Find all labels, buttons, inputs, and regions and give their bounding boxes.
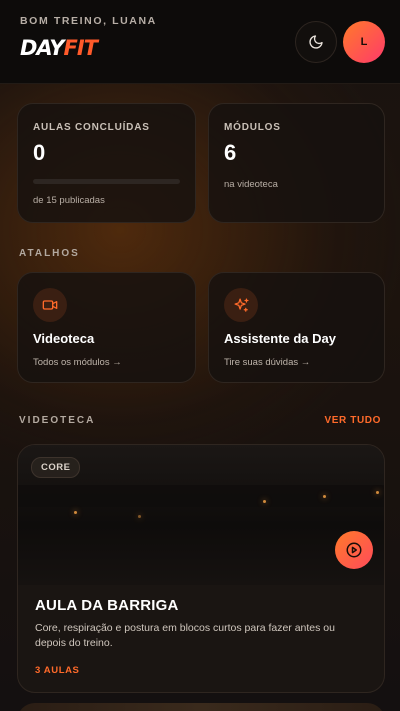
- greeting-text: BOM TREINO, LUANA: [20, 15, 157, 27]
- play-icon: [346, 542, 362, 558]
- video-title: AULA DA BARRIGA: [35, 597, 179, 614]
- thumbnail-light: [376, 491, 379, 494]
- library-heading: VIDEOTECA: [19, 415, 96, 426]
- stat-card-modules: MÓDULOS 6 na videoteca: [208, 103, 385, 223]
- avatar[interactable]: L: [343, 21, 385, 63]
- thumbnail-ridge: [18, 485, 384, 507]
- shortcut-title: Videoteca: [33, 331, 95, 346]
- thumbnail-light: [74, 511, 77, 514]
- video-camera-icon: [33, 288, 67, 322]
- stat-value: 0: [33, 140, 46, 165]
- app-logo: DAYFIT: [20, 36, 98, 60]
- theme-toggle-button[interactable]: [295, 21, 337, 63]
- thumbnail-light: [263, 500, 266, 503]
- stat-sub: de 15 publicadas: [33, 195, 105, 206]
- logo-fit: FIT: [63, 36, 97, 60]
- shortcut-videoteca[interactable]: Videoteca Todos os módulos →: [17, 272, 196, 383]
- shortcuts-heading: ATALHOS: [19, 248, 80, 259]
- next-video-card-peek: [17, 703, 385, 711]
- stat-sub: na videoteca: [224, 179, 278, 190]
- sparkles-icon: [224, 288, 258, 322]
- shortcut-sub: Todos os módulos →: [33, 357, 122, 368]
- thumbnail-light: [138, 515, 141, 518]
- stat-card-completed: AULAS CONCLUÍDAS 0 de 15 publicadas: [17, 103, 196, 223]
- logo-day: DAY: [20, 36, 64, 60]
- stat-value: 6: [224, 140, 237, 165]
- video-count: 3 AULAS: [35, 665, 80, 676]
- category-badge: CORE: [31, 457, 81, 478]
- progress-bar: [33, 179, 180, 184]
- play-button[interactable]: [335, 531, 373, 569]
- moon-icon: [309, 35, 323, 49]
- shortcut-title: Assistente da Day: [224, 331, 336, 346]
- video-description: Core, respiração e postura em blocos cur…: [35, 622, 335, 649]
- shortcut-sub: Tire suas dúvidas →: [224, 357, 311, 368]
- shortcut-assistant[interactable]: Assistente da Day Tire suas dúvidas →: [208, 272, 385, 383]
- stat-label: MÓDULOS: [224, 122, 281, 133]
- stat-label: AULAS CONCLUÍDAS: [33, 122, 150, 133]
- video-card[interactable]: CORE AULA DA BARRIGA Core, respiração e …: [17, 444, 385, 693]
- app-header: BOM TREINO, LUANA DAYFIT L: [0, 0, 400, 84]
- thumbnail-light: [323, 495, 326, 498]
- see-all-link[interactable]: VER TUDO: [325, 415, 381, 426]
